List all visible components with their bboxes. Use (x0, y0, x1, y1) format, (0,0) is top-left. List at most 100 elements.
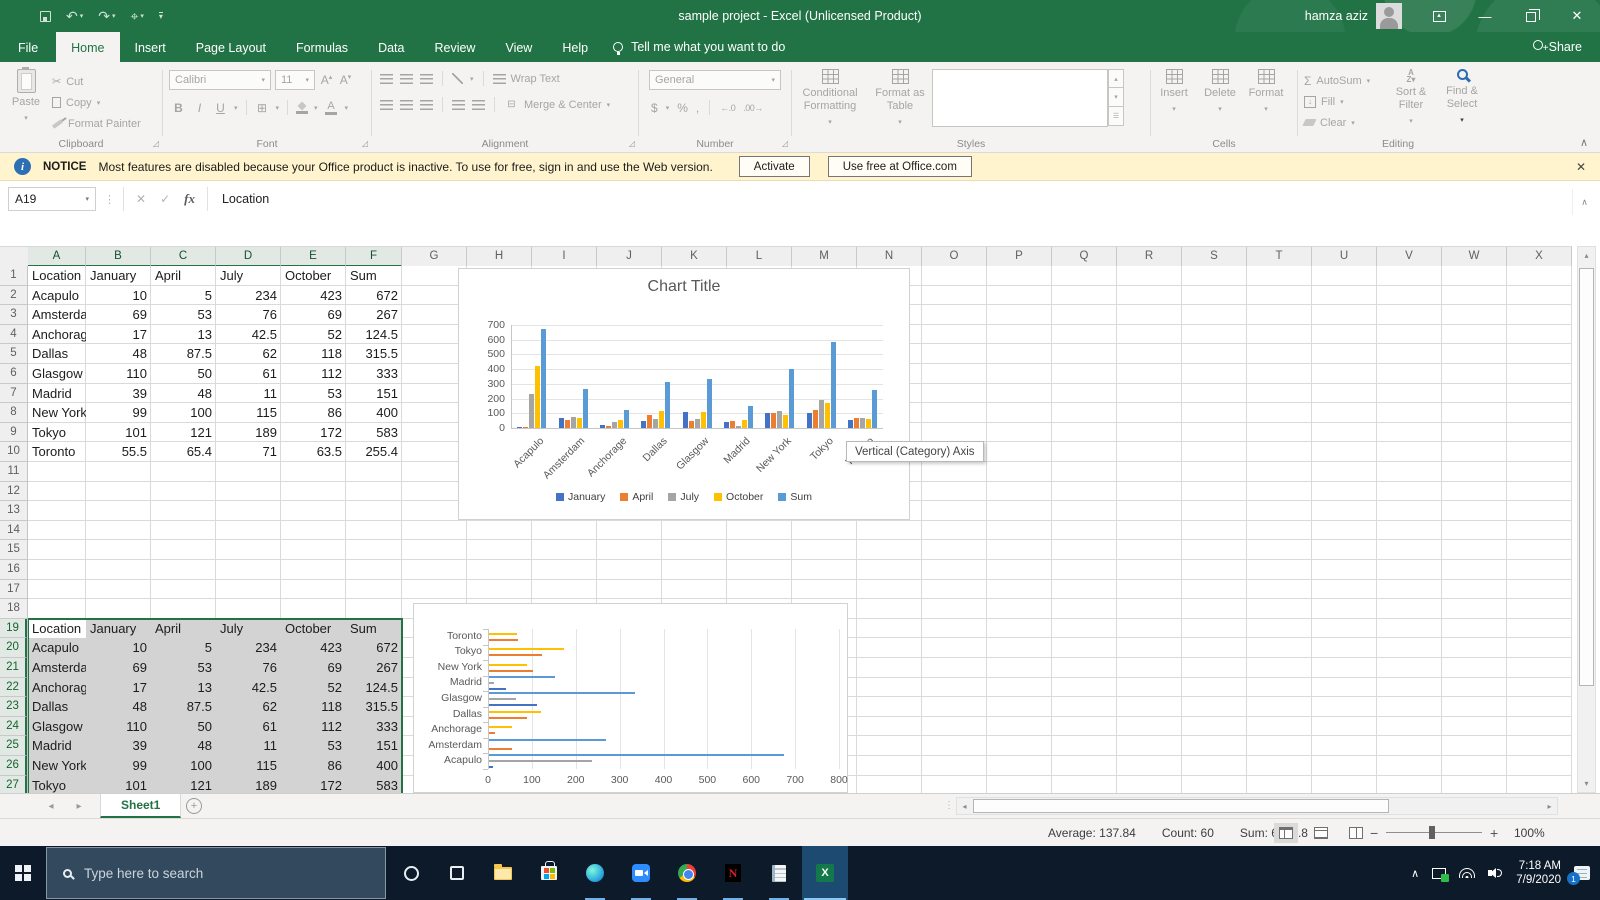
cell-A20[interactable]: Acapulo (28, 638, 86, 658)
vertical-scrollbar-thumb[interactable] (1579, 268, 1594, 686)
use-free-button[interactable]: Use free at Office.com (828, 156, 972, 177)
cell-F23[interactable]: 315.5 (346, 697, 402, 717)
tab-help[interactable]: Help (547, 32, 603, 62)
cell-A9[interactable]: Tokyo (28, 423, 86, 443)
column-header-B[interactable]: B (86, 247, 151, 267)
tell-me-box[interactable]: Tell me what you want to do (603, 32, 795, 62)
cell-F1[interactable]: Sum (346, 266, 402, 286)
cell-A8[interactable]: New York (28, 403, 86, 423)
row-header-1[interactable]: 1 (0, 266, 27, 286)
cell-E8[interactable]: 86 (281, 403, 346, 423)
row-header-25[interactable]: 25 (0, 736, 27, 756)
cell-B26[interactable]: 99 (86, 756, 151, 776)
cell-C2[interactable]: 5 (151, 286, 216, 306)
cell-E4[interactable]: 52 (281, 325, 346, 345)
cell-B7[interactable]: 39 (86, 384, 151, 404)
zoom-slider-thumb[interactable] (1429, 826, 1435, 839)
column-header-V[interactable]: V (1377, 247, 1442, 267)
column-header-D[interactable]: D (216, 247, 281, 267)
taskbar-notepad-button[interactable] (756, 846, 802, 900)
column-header-S[interactable]: S (1182, 247, 1247, 267)
ribbon-display-options-button[interactable]: ▴ (1416, 0, 1462, 32)
cell-C8[interactable]: 100 (151, 403, 216, 423)
row-header-26[interactable]: 26 (0, 756, 27, 776)
cell-F9[interactable]: 583 (346, 423, 402, 443)
cell-D20[interactable]: 234 (216, 638, 281, 658)
cell-E3[interactable]: 69 (281, 305, 346, 325)
tab-file[interactable]: File (0, 32, 56, 62)
previous-sheet-icon[interactable]: ◂ (38, 794, 64, 818)
cell-C4[interactable]: 13 (151, 325, 216, 345)
cell-C7[interactable]: 48 (151, 384, 216, 404)
bar-chart[interactable]: 0100200300400500600700800TorontoTokyoNew… (413, 603, 848, 793)
taskbar-store-button[interactable] (526, 846, 572, 900)
minimize-button[interactable]: — (1462, 0, 1508, 32)
cell-B10[interactable]: 55.5 (86, 442, 151, 462)
row-header-11[interactable]: 11 (0, 462, 27, 482)
cell-F2[interactable]: 672 (346, 286, 402, 306)
column-chart[interactable]: Chart Title0100200300400500600700Acapulo… (458, 268, 910, 520)
row-header-3[interactable]: 3 (0, 305, 27, 325)
cell-F5[interactable]: 315.5 (346, 344, 402, 364)
cell-F24[interactable]: 333 (346, 717, 402, 737)
scroll-right-icon[interactable]: ▸ (1542, 798, 1557, 814)
cell-C1[interactable]: April (151, 266, 216, 286)
row-header-18[interactable]: 18 (0, 599, 27, 619)
zoom-level[interactable]: 100% (1514, 819, 1545, 847)
taskbar-cortana-button[interactable] (388, 846, 434, 900)
activate-button[interactable]: Activate (739, 156, 810, 177)
cell-D8[interactable]: 115 (216, 403, 281, 423)
scroll-down-icon[interactable]: ▾ (1578, 775, 1595, 792)
taskbar-search[interactable] (46, 847, 386, 899)
cell-F26[interactable]: 400 (346, 756, 402, 776)
cell-C9[interactable]: 121 (151, 423, 216, 443)
tab-view[interactable]: View (490, 32, 547, 62)
cell-A1[interactable]: Location (28, 266, 86, 286)
cell-F3[interactable]: 267 (346, 305, 402, 325)
cell-B22[interactable]: 17 (86, 678, 151, 698)
close-button[interactable]: ✕ (1554, 0, 1600, 32)
cell-B2[interactable]: 10 (86, 286, 151, 306)
column-header-X[interactable]: X (1507, 247, 1572, 267)
cell-A19[interactable]: Location (28, 619, 86, 639)
column-header-O[interactable]: O (922, 247, 987, 267)
taskbar-excel-button[interactable]: X (802, 846, 848, 900)
scroll-left-icon[interactable]: ◂ (957, 798, 972, 814)
taskbar-zoom-button[interactable] (618, 846, 664, 900)
cell-B19[interactable]: January (86, 619, 151, 639)
taskbar-file-explorer-button[interactable] (480, 846, 526, 900)
volume-icon[interactable] (1488, 867, 1503, 879)
horizontal-scrollbar-thumb[interactable] (973, 799, 1389, 813)
notification-center-icon[interactable]: 1 (1574, 866, 1590, 880)
cell-D23[interactable]: 62 (216, 697, 281, 717)
column-header-W[interactable]: W (1442, 247, 1507, 267)
cell-D22[interactable]: 42.5 (216, 678, 281, 698)
column-header-A[interactable]: A (28, 247, 86, 267)
taskbar-task-view-button[interactable] (434, 846, 480, 900)
cell-E26[interactable]: 86 (281, 756, 346, 776)
tab-data[interactable]: Data (363, 32, 419, 62)
row-header-24[interactable]: 24 (0, 717, 27, 737)
formula-bar-value[interactable]: Location (222, 192, 269, 206)
row-header-22[interactable]: 22 (0, 678, 27, 698)
cell-B8[interactable]: 99 (86, 403, 151, 423)
cell-F27[interactable]: 583 (346, 776, 402, 793)
cell-E2[interactable]: 423 (281, 286, 346, 306)
cell-E24[interactable]: 112 (281, 717, 346, 737)
cell-D24[interactable]: 61 (216, 717, 281, 737)
cell-A23[interactable]: Dallas (28, 697, 86, 717)
cell-F21[interactable]: 267 (346, 658, 402, 678)
start-button[interactable] (0, 846, 46, 900)
cell-C23[interactable]: 87.5 (151, 697, 216, 717)
cell-A25[interactable]: Madrid (28, 736, 86, 756)
cell-E9[interactable]: 172 (281, 423, 346, 443)
cell-E20[interactable]: 423 (281, 638, 346, 658)
tab-formulas[interactable]: Formulas (281, 32, 363, 62)
scroll-up-icon[interactable]: ▴ (1578, 247, 1595, 264)
row-header-9[interactable]: 9 (0, 423, 27, 443)
cell-D9[interactable]: 189 (216, 423, 281, 443)
cell-A26[interactable]: New York (28, 756, 86, 776)
column-header-U[interactable]: U (1312, 247, 1377, 267)
cell-C20[interactable]: 5 (151, 638, 216, 658)
cell-E10[interactable]: 63.5 (281, 442, 346, 462)
